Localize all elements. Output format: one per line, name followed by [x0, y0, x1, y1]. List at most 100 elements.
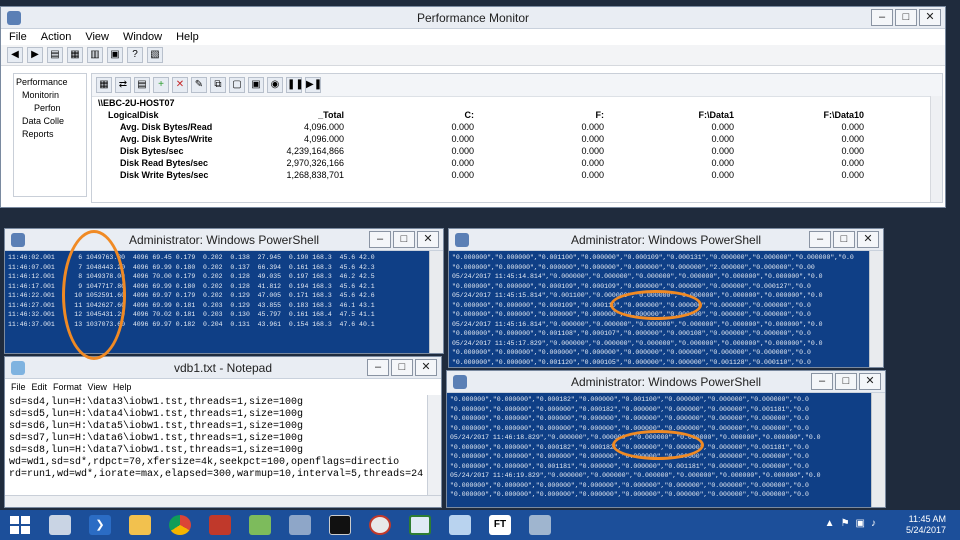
properties-icon[interactable]: ▥ [87, 47, 103, 63]
perfmon-titlebar[interactable]: Performance Monitor – □ ✕ [1, 7, 945, 29]
maximize-button[interactable]: □ [833, 231, 855, 248]
tree-item-perfmon[interactable]: Perfon [16, 102, 84, 115]
ps2-titlebar[interactable]: Administrator: Windows PowerShell – □ ✕ [449, 229, 883, 251]
help-icon[interactable]: ? [127, 47, 143, 63]
taskbar-file-explorer[interactable] [120, 511, 160, 539]
clock-date: 5/24/2017 [905, 525, 946, 535]
highlight-icon[interactable]: ✎ [191, 77, 207, 93]
menu-edit[interactable]: Edit [32, 382, 48, 392]
table-row[interactable]: Disk Bytes/sec 4,239,164,866 0.000 0.000… [96, 145, 866, 157]
taskbar-ft[interactable]: FT [480, 511, 520, 539]
table-row[interactable]: Avg. Disk Bytes/Read 4,096.000 0.000 0.0… [96, 121, 866, 133]
forward-icon[interactable]: ▶ [27, 47, 43, 63]
console-scrollbar[interactable] [871, 393, 885, 507]
tree-item-monitoring[interactable]: Monitorin [16, 89, 84, 102]
menu-action[interactable]: Action [41, 31, 72, 43]
menu-file[interactable]: File [9, 31, 27, 43]
menu-help[interactable]: Help [113, 382, 132, 392]
taskbar-chrome[interactable] [160, 511, 200, 539]
notepad-text-area[interactable]: sd=sd4,lun=H:\data3\iobw1.tst,threads=1,… [5, 395, 427, 495]
menu-view[interactable]: View [85, 31, 109, 43]
ps3-titlebar[interactable]: Administrator: Windows PowerShell – □ ✕ [447, 371, 885, 393]
close-button[interactable]: ✕ [919, 9, 941, 26]
taskbar-notepad[interactable] [400, 511, 440, 539]
minimize-button[interactable]: – [809, 231, 831, 248]
report-type-icon[interactable]: ▤ [134, 77, 150, 93]
zoom-icon[interactable]: ◉ [267, 77, 283, 93]
notepad-horizontal-scrollbar[interactable] [5, 495, 441, 507]
counter-value: 0.000 [581, 158, 604, 168]
flag-icon[interactable]: ⚑ [841, 518, 850, 529]
taskbar-cmd[interactable] [320, 511, 360, 539]
taskbar-network[interactable] [280, 511, 320, 539]
update-icon[interactable]: ▶❚ [305, 77, 322, 93]
chevron-up-icon[interactable]: ▲ [825, 518, 835, 529]
minimize-button[interactable]: – [871, 9, 893, 26]
counter-value: 4,096.000 [303, 134, 344, 144]
close-button[interactable]: ✕ [417, 231, 439, 248]
console-scrollbar[interactable] [869, 251, 883, 367]
print-icon[interactable]: ▣ [107, 47, 123, 63]
properties-icon[interactable]: ▣ [248, 77, 264, 93]
close-button[interactable]: ✕ [415, 359, 437, 376]
paste-icon[interactable]: ▢ [229, 77, 245, 93]
taskbar-toolbox[interactable] [200, 511, 240, 539]
notepad-titlebar[interactable]: vdb1.txt - Notepad – □ ✕ [5, 357, 441, 379]
report-scrollbar[interactable] [930, 96, 942, 202]
system-clock[interactable]: 11:45 AM 5/24/2017 [906, 514, 946, 536]
menu-view[interactable]: View [88, 382, 107, 392]
console-line: "0.000000","0.000000","0.000000","0.0000… [450, 491, 809, 498]
notepad-vertical-scrollbar[interactable] [427, 395, 441, 495]
powershell-icon: ❯ [89, 515, 111, 535]
delete-counter-icon[interactable]: ✕ [172, 77, 188, 93]
freeze-icon[interactable]: ❚❚ [286, 77, 304, 93]
menu-help[interactable]: Help [176, 31, 199, 43]
taskbar-task-manager[interactable] [240, 511, 280, 539]
system-tray: ▲ ⚑ ▣ ♪ [825, 518, 876, 529]
taskbar-powershell[interactable]: ❯ [80, 511, 120, 539]
chrome-icon [169, 515, 191, 535]
taskbar-server-manager[interactable] [40, 511, 80, 539]
taskbar-performance-monitor[interactable] [360, 511, 400, 539]
counter-value: 0.000 [841, 122, 864, 132]
tree-item-performance[interactable]: Performance [16, 76, 84, 89]
counter-value: 0.000 [581, 170, 604, 180]
copy-icon[interactable]: ⧉ [210, 77, 226, 93]
view-graph-icon[interactable]: ▦ [96, 77, 112, 93]
tree-item-reports[interactable]: Reports [16, 128, 84, 141]
counter-value: 4,096.000 [303, 122, 344, 132]
add-counter-icon[interactable]: + [153, 77, 169, 93]
table-row[interactable]: Disk Write Bytes/sec 1,268,838,701 0.000… [96, 169, 866, 181]
counter-value: 1,268,838,701 [286, 170, 344, 180]
taskbar-presentation[interactable] [440, 511, 480, 539]
minimize-button[interactable]: – [367, 359, 389, 376]
volume-icon[interactable]: ♪ [871, 518, 876, 529]
minimize-button[interactable]: – [369, 231, 391, 248]
console-scrollbar[interactable] [429, 251, 443, 353]
menu-window[interactable]: Window [123, 31, 162, 43]
start-button[interactable] [0, 511, 40, 539]
minimize-button[interactable]: – [811, 373, 833, 390]
close-button[interactable]: ✕ [857, 231, 879, 248]
maximize-button[interactable]: □ [835, 373, 857, 390]
folder-icon[interactable]: ▤ [47, 47, 63, 63]
maximize-button[interactable]: □ [895, 9, 917, 26]
notepad-icon [409, 515, 431, 535]
maximize-button[interactable]: □ [391, 359, 413, 376]
notepad-menubar: File Edit Format View Help [5, 379, 441, 395]
tree-item-data-collector[interactable]: Data Colle [16, 115, 84, 128]
taskbar-remote-desktop[interactable] [520, 511, 560, 539]
table-row[interactable]: Avg. Disk Bytes/Write 4,096.000 0.000 0.… [96, 133, 866, 145]
close-button[interactable]: ✕ [859, 373, 881, 390]
network-tray-icon[interactable]: ▣ [856, 518, 865, 529]
maximize-button[interactable]: □ [393, 231, 415, 248]
menu-format[interactable]: Format [53, 382, 82, 392]
change-graph-icon[interactable]: ⇄ [115, 77, 131, 93]
table-row[interactable]: Disk Read Bytes/sec 2,970,326,166 0.000 … [96, 157, 866, 169]
host-name: \\EBC-2U-HOST07 [98, 98, 175, 108]
menu-file[interactable]: File [11, 382, 26, 392]
console-line: "0.000000","0.000000","0.000000","0.0000… [452, 349, 811, 356]
back-icon[interactable]: ◀ [7, 47, 23, 63]
panel-icon[interactable]: ▧ [147, 47, 163, 63]
console-icon[interactable]: ▦ [67, 47, 83, 63]
